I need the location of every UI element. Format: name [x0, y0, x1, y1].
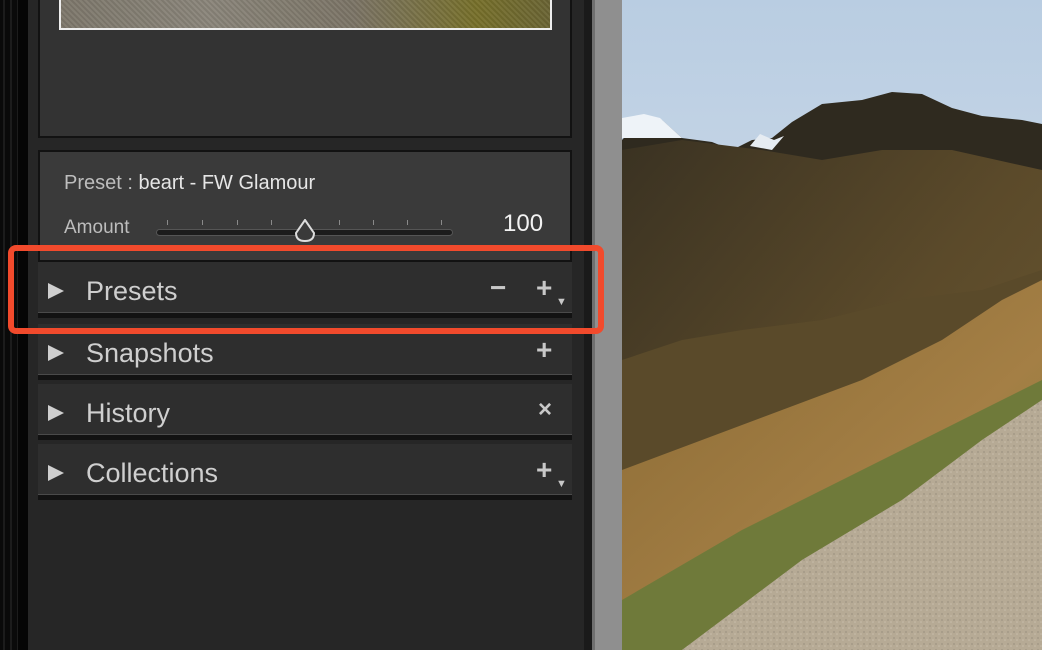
- highlight-box: [8, 245, 604, 334]
- expand-triangle-icon[interactable]: [48, 345, 64, 361]
- navigator-thumbnail[interactable]: [59, 0, 552, 30]
- expand-triangle-icon[interactable]: [48, 405, 64, 421]
- section-label: Collections: [86, 458, 219, 488]
- add-collection-button[interactable]: + ▼: [536, 454, 567, 491]
- slider-tick: [407, 220, 408, 225]
- landscape-photo: [622, 0, 1042, 650]
- amount-slider-thumb[interactable]: [294, 219, 316, 243]
- photo-preview: [622, 0, 1042, 650]
- amount-label: Amount: [64, 217, 130, 238]
- section-divider: [38, 374, 572, 380]
- section-divider: [38, 434, 572, 440]
- preset-label: Preset :: [64, 172, 133, 194]
- section-label: History: [86, 398, 171, 428]
- plus-icon: +: [536, 454, 553, 485]
- slider-tick: [373, 220, 374, 225]
- slider-tick: [441, 220, 442, 225]
- collections-section[interactable]: Collections + ▼: [38, 444, 572, 500]
- slider-tick: [339, 220, 340, 225]
- preset-line: Preset : beart - FW Glamour: [64, 172, 315, 195]
- section-label: Snapshots: [86, 338, 214, 368]
- expand-triangle-icon[interactable]: [48, 465, 64, 481]
- add-snapshot-button[interactable]: +: [536, 336, 552, 364]
- slider-tick: [271, 220, 272, 225]
- slider-tick: [237, 220, 238, 225]
- preset-name: beart - FW Glamour: [138, 172, 316, 194]
- section-divider: [38, 494, 572, 500]
- slider-tick: [202, 220, 203, 225]
- slider-tick: [167, 220, 168, 225]
- clear-history-button[interactable]: ×: [538, 396, 552, 424]
- history-section[interactable]: History ×: [38, 384, 572, 440]
- amount-value[interactable]: 100: [503, 210, 543, 238]
